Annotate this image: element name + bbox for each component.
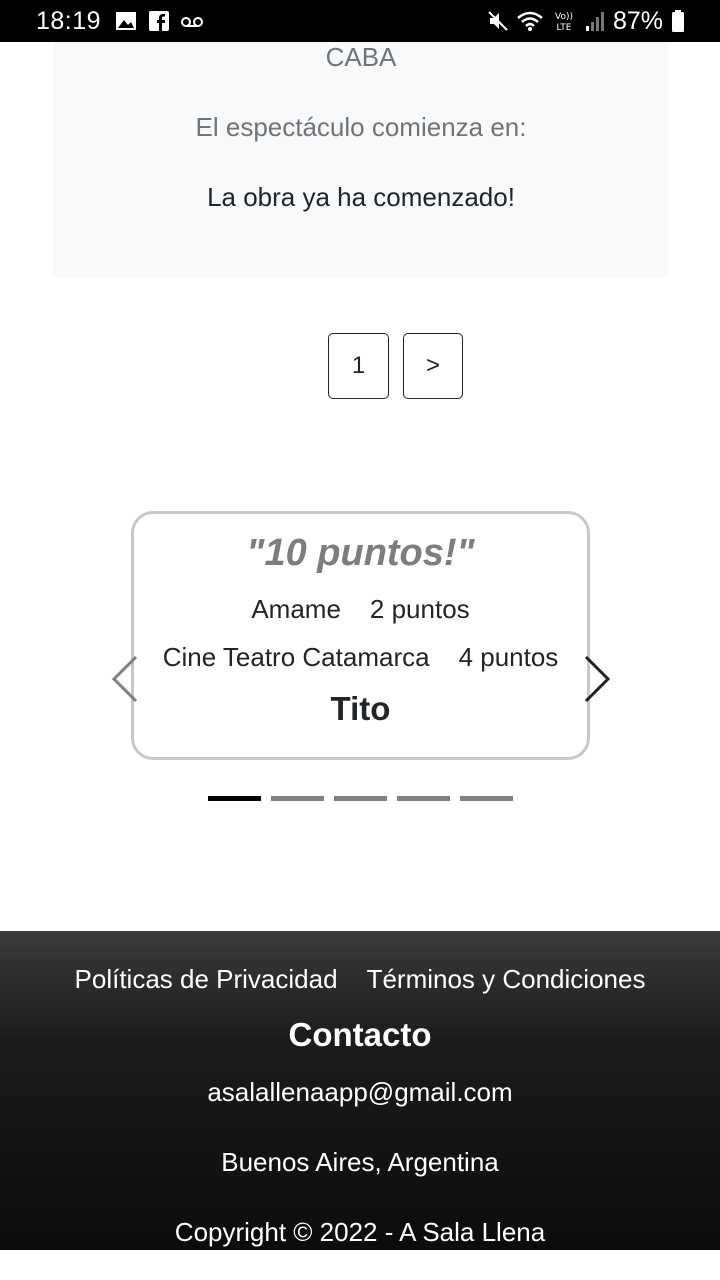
review-card: "10 puntos!" Amame 2 puntos Cine Teatro … [131,511,590,760]
signal-icon [586,12,604,31]
play-name: Amame [251,594,341,624]
voicemail-icon [181,17,203,27]
mute-icon [488,11,508,31]
carousel-indicators [208,796,513,801]
battery-icon [672,10,684,32]
gallery-icon [116,12,136,30]
footer: Políticas de Privacidad Términos y Condi… [0,931,720,1250]
svg-text:Vo)): Vo)) [555,12,573,22]
play-score: 2 puntos [369,594,470,624]
terms-link[interactable]: Términos y Condiciones [367,964,646,995]
next-page-button[interactable]: > [403,333,463,399]
carousel-indicator[interactable] [271,796,324,801]
play-rating-row: Amame 2 puntos [134,594,587,625]
volte-icon: Vo)) LTE [555,12,573,33]
carousel-prev-icon[interactable] [110,655,142,703]
privacy-policy-link[interactable]: Políticas de Privacidad [75,964,338,995]
show-status: La obra ya ha comenzado! [207,182,515,212]
review-author: Tito [330,690,391,727]
contact-location: Buenos Aires, Argentina [221,1147,499,1177]
show-starts-label: El espectáculo comienza en: [195,112,527,142]
carousel-next-icon[interactable] [580,655,612,703]
show-city: CABA [325,42,397,72]
footer-links: Políticas de Privacidad Términos y Condi… [0,964,720,995]
show-card: CABA El espectáculo comienza en: La obra… [53,42,669,277]
status-bar: 18:19 Vo)) LTE 87% [0,0,720,42]
contact-title: Contacto [288,1016,432,1053]
contact-email[interactable]: asalallenaapp@gmail.com [0,1077,720,1108]
battery-percent: 87% [612,7,663,35]
svg-text:LTE: LTE [557,23,572,33]
venue-name: Cine Teatro Catamarca [162,642,430,672]
status-time: 18:19 [36,7,102,35]
carousel-indicator[interactable] [208,796,261,801]
copyright: Copyright © 2022 - A Sala Llena [174,1217,546,1247]
facebook-icon [149,11,169,31]
venue-score: 4 puntos [458,642,559,672]
carousel-indicator[interactable] [460,796,513,801]
wifi-icon [517,11,543,31]
carousel-indicator[interactable] [397,796,450,801]
page-1-button[interactable]: 1 [328,333,389,399]
carousel-indicator[interactable] [334,796,387,801]
venue-rating-row: Cine Teatro Catamarca 4 puntos [134,642,587,673]
review-quote: "10 puntos!" [246,532,475,574]
